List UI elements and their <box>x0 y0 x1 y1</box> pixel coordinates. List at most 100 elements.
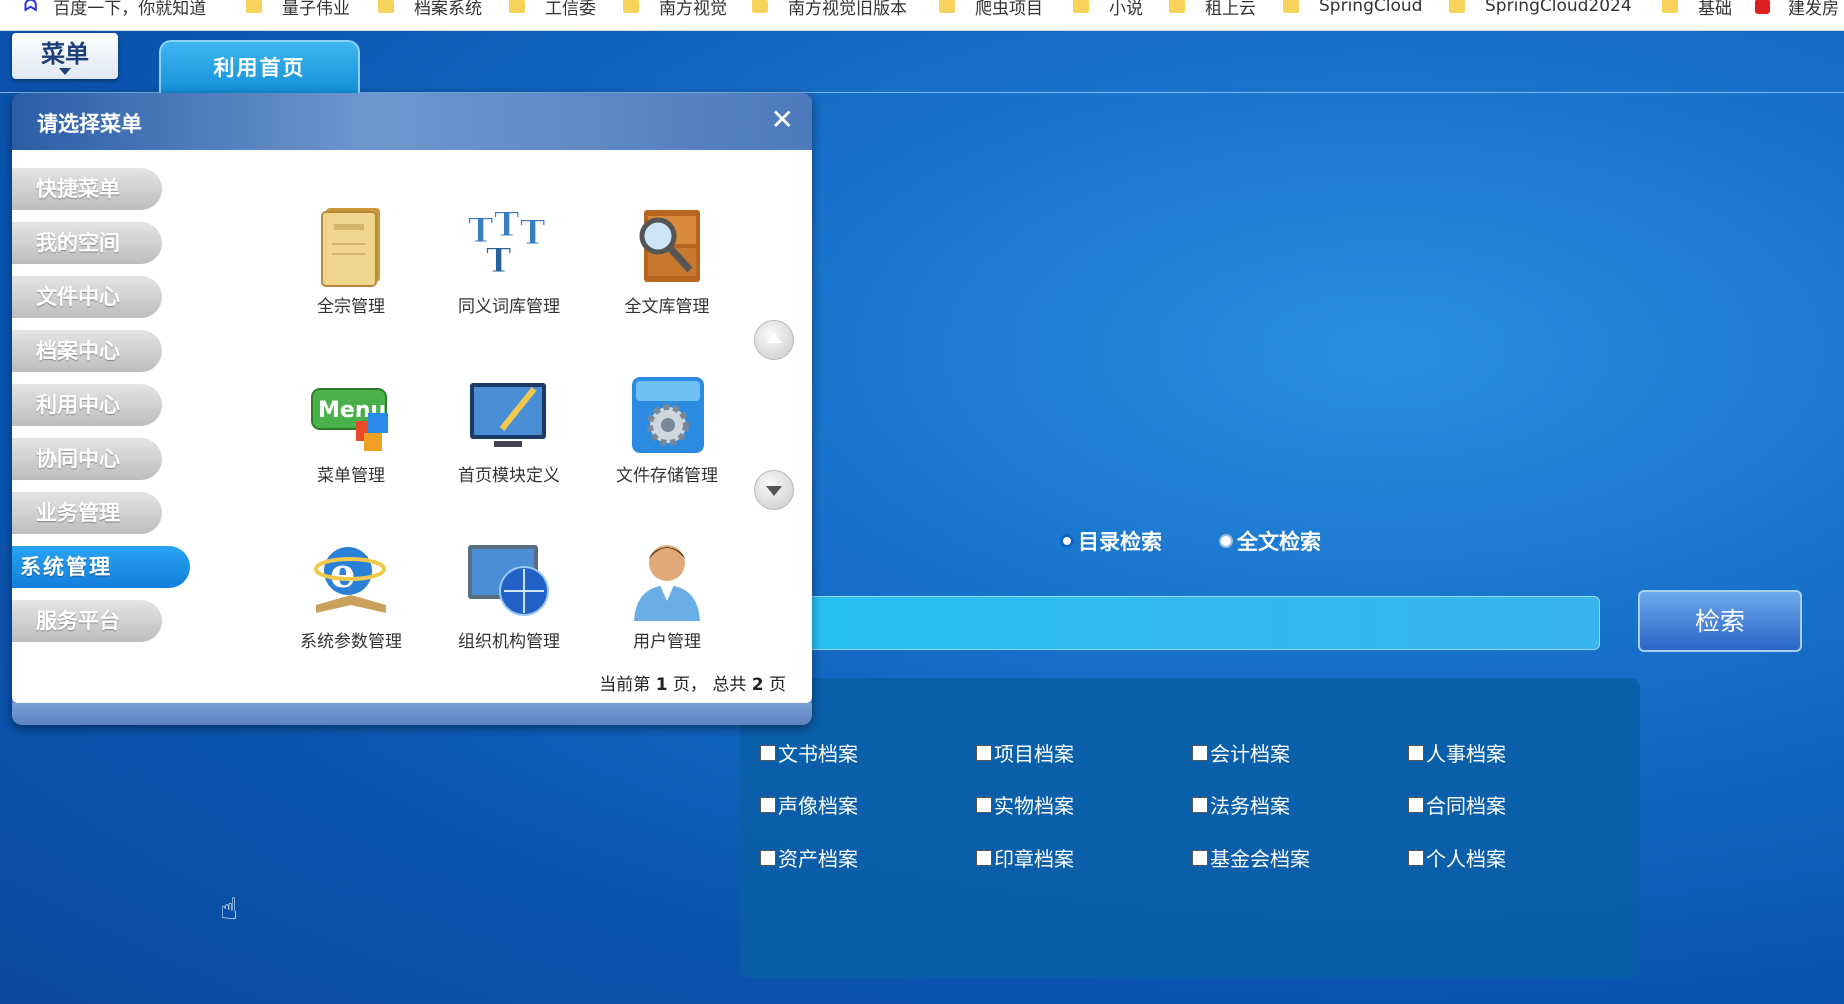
side-menu-item[interactable]: 文件中心 <box>12 276 162 318</box>
checkbox-icon <box>1408 796 1424 813</box>
bookmark-baidu[interactable]: ᗣ 百度一下，你就知道 <box>24 0 206 19</box>
checkbox-icon <box>1192 849 1208 866</box>
checkbox-icon <box>976 744 992 761</box>
bookmark-item[interactable]: 建发房 <box>1755 0 1839 19</box>
checkbox-icon <box>1192 796 1208 813</box>
dropdown-arrow-icon <box>59 68 71 75</box>
menu-panel: 请选择菜单 ✕ 快捷菜单 我的空间 文件中心 档案中心 利用中心 协同中心 业务… <box>12 93 812 725</box>
panel-title: 请选择菜单 <box>37 112 142 136</box>
category-checkbox[interactable]: 项目档案 <box>976 738 1074 767</box>
app-user-management[interactable]: 用户管理 <box>597 535 737 652</box>
hand-cursor-icon: ☝ <box>220 892 239 927</box>
bookmark-item[interactable]: 工信委 <box>509 0 596 19</box>
bookmark-item[interactable]: SpringCloud <box>1283 0 1422 18</box>
category-checkbox[interactable]: 资产档案 <box>760 843 858 872</box>
side-menu-item[interactable]: 业务管理 <box>12 492 162 534</box>
menu-sign-icon: Menu <box>306 369 396 459</box>
app-system-parameters[interactable]: e 系统参数管理 <box>281 535 421 652</box>
bookmark-item[interactable]: 爬虫项目 <box>939 0 1043 19</box>
app-file-storage[interactable]: 文件存储管理 <box>597 369 737 486</box>
storage-gear-icon <box>622 369 712 459</box>
app-fulltext-library[interactable]: 全文库管理 <box>597 200 737 317</box>
folder-icon <box>1662 0 1678 13</box>
svg-text:T: T <box>486 241 511 281</box>
side-menu-item[interactable]: 服务平台 <box>12 600 162 642</box>
side-menu-item[interactable]: 档案中心 <box>12 330 162 372</box>
category-panel <box>740 678 1640 978</box>
category-checkbox[interactable]: 人事档案 <box>1408 738 1506 767</box>
pager: 当前第 1 页， 总共 2 页 <box>599 675 786 695</box>
ie-book-icon: e <box>306 535 396 625</box>
baidu-icon: ᗣ <box>24 0 38 15</box>
app-homepage-module[interactable]: 首页模块定义 <box>439 369 579 486</box>
category-checkbox[interactable]: 会计档案 <box>1192 738 1290 767</box>
folder-icon <box>509 0 525 13</box>
radio-selected-icon <box>1060 534 1074 548</box>
search-button[interactable]: 检索 <box>1638 590 1802 652</box>
radio-unselected-icon <box>1219 534 1233 548</box>
category-checkbox[interactable]: 实物档案 <box>976 790 1074 819</box>
category-checkbox[interactable]: 基金会档案 <box>1192 843 1310 872</box>
checkbox-icon <box>760 849 776 866</box>
app-organization[interactable]: 组织机构管理 <box>439 535 579 652</box>
book-icon <box>306 200 396 290</box>
arrow-down-icon <box>766 486 782 496</box>
checkbox-icon <box>976 849 992 866</box>
panel-header: 请选择菜单 ✕ <box>12 93 812 150</box>
folder-icon <box>1283 0 1299 13</box>
bookmark-item[interactable]: 租上云 <box>1169 0 1256 19</box>
side-menu-item[interactable]: 快捷菜单 <box>12 168 162 210</box>
search-input[interactable] <box>780 596 1600 650</box>
category-checkbox[interactable]: 法务档案 <box>1192 790 1290 819</box>
bookmark-item[interactable]: 南方视觉 <box>623 0 727 19</box>
checkbox-icon <box>760 744 776 761</box>
bookmark-item[interactable]: SpringCloud2024 <box>1449 0 1632 18</box>
panel-footer <box>12 703 812 725</box>
side-menu-item[interactable]: 协同中心 <box>12 438 162 480</box>
top-bar: 菜单 利用首页 <box>0 30 1844 94</box>
file-cabinet-search-icon <box>622 200 712 290</box>
letters-icon: TTTT <box>464 200 554 290</box>
app-menu-management[interactable]: Menu 菜单管理 <box>281 369 421 486</box>
radio-catalog-search[interactable]: 目录检索 <box>1060 526 1162 556</box>
folder-icon <box>1169 0 1185 13</box>
bookmark-item[interactable]: 档案系统 <box>378 0 482 19</box>
bookmarks-bar: ᗣ 百度一下，你就知道 量子伟业 档案系统 工信委 南方视觉 南方视觉旧版本 爬虫… <box>0 0 1844 31</box>
svg-text:T: T <box>520 213 545 253</box>
side-menu-item[interactable]: 利用中心 <box>12 384 162 426</box>
category-checkbox[interactable]: 个人档案 <box>1408 843 1506 872</box>
tab-home[interactable]: 利用首页 <box>159 40 360 94</box>
user-icon <box>622 535 712 625</box>
category-checkbox[interactable]: 合同档案 <box>1408 790 1506 819</box>
arrow-up-icon <box>766 333 782 343</box>
scroll-up-button[interactable] <box>754 320 794 360</box>
bookmark-item[interactable]: 南方视觉旧版本 <box>752 0 907 19</box>
folder-icon <box>1073 0 1089 13</box>
menu-button[interactable]: 菜单 <box>12 33 118 79</box>
bookmark-item[interactable]: 基础 <box>1662 0 1732 19</box>
checkbox-icon <box>760 796 776 813</box>
folder-icon <box>623 0 639 13</box>
radio-fulltext-search[interactable]: 全文检索 <box>1219 526 1321 556</box>
category-checkbox[interactable]: 声像档案 <box>760 790 858 819</box>
side-menu-item[interactable]: 我的空间 <box>12 222 162 264</box>
app-synonym-management[interactable]: TTTT 同义词库管理 <box>439 200 579 318</box>
folder-icon <box>378 0 394 13</box>
bookmark-item[interactable]: 小说 <box>1073 0 1143 19</box>
folder-icon <box>1449 0 1465 13</box>
checkbox-icon <box>1408 744 1424 761</box>
site-icon <box>1755 0 1770 14</box>
side-menu-item-active[interactable]: 系统管理 <box>12 546 190 588</box>
monitor-pen-icon <box>464 369 554 459</box>
category-checkbox[interactable]: 文书档案 <box>760 738 858 767</box>
checkbox-icon <box>1192 744 1208 761</box>
checkbox-icon <box>1408 849 1424 866</box>
panel-body: 快捷菜单 我的空间 文件中心 档案中心 利用中心 协同中心 业务管理 系统管理 … <box>12 150 812 703</box>
scroll-down-button[interactable] <box>754 470 794 510</box>
category-checkbox[interactable]: 印章档案 <box>976 843 1074 872</box>
close-icon[interactable]: ✕ <box>771 103 794 136</box>
app-fonds-management[interactable]: 全宗管理 <box>281 200 421 317</box>
network-globe-icon <box>464 535 554 625</box>
bookmark-item[interactable]: 量子伟业 <box>246 0 350 19</box>
folder-icon <box>246 0 262 13</box>
